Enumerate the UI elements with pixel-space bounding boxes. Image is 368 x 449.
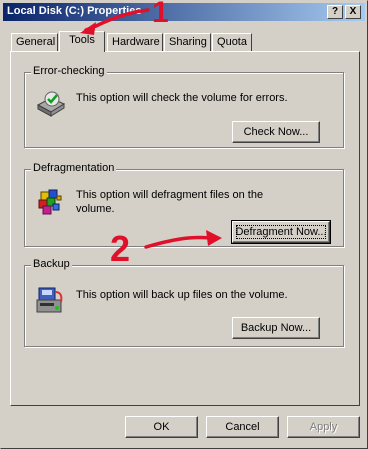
backup-label: Backup bbox=[31, 258, 72, 270]
disk-check-icon bbox=[35, 87, 67, 119]
annotation-step-1: 1 bbox=[152, 0, 169, 29]
backup-icon bbox=[35, 284, 67, 316]
help-button[interactable]: ? bbox=[327, 5, 343, 19]
tab-hardware[interactable]: Hardware bbox=[107, 33, 163, 51]
defragment-now-button[interactable]: Defragment Now... bbox=[231, 220, 331, 244]
error-checking-text: This option will check the volume for er… bbox=[76, 92, 288, 104]
error-checking-group: Error-checking This option will check th… bbox=[24, 65, 344, 148]
defragmentation-group: Defragmentation This option will defragm… bbox=[24, 162, 344, 247]
tab-quota[interactable]: Quota bbox=[212, 33, 252, 51]
error-checking-label: Error-checking bbox=[31, 65, 107, 77]
title-bar[interactable]: Local Disk (C:) Properties ? X bbox=[3, 3, 365, 21]
backup-text: This option will back up files on the vo… bbox=[76, 289, 288, 301]
defragmentation-text: This option will defragment files on the… bbox=[76, 189, 264, 215]
properties-window: Local Disk (C:) Properties ? X General T… bbox=[0, 0, 368, 449]
ok-button[interactable]: OK bbox=[125, 416, 198, 438]
check-now-button[interactable]: Check Now... bbox=[232, 121, 320, 143]
backup-now-button[interactable]: Backup Now... bbox=[232, 317, 320, 339]
focus-rectangle bbox=[236, 225, 326, 239]
cancel-button[interactable]: Cancel bbox=[206, 416, 279, 438]
backup-group: Backup This option will back up files on… bbox=[24, 258, 344, 347]
defrag-icon bbox=[35, 184, 67, 216]
apply-button[interactable]: Apply bbox=[287, 416, 360, 438]
defragmentation-label: Defragmentation bbox=[31, 162, 117, 174]
window-title: Local Disk (C:) Properties bbox=[7, 5, 142, 17]
tab-general[interactable]: General bbox=[11, 33, 58, 51]
tab-sharing[interactable]: Sharing bbox=[164, 33, 211, 51]
tab-tools[interactable]: Tools bbox=[59, 31, 105, 52]
tools-panel: Error-checking This option will check th… bbox=[10, 51, 360, 406]
annotation-step-2: 2 bbox=[110, 228, 131, 269]
close-button[interactable]: X bbox=[345, 5, 361, 19]
